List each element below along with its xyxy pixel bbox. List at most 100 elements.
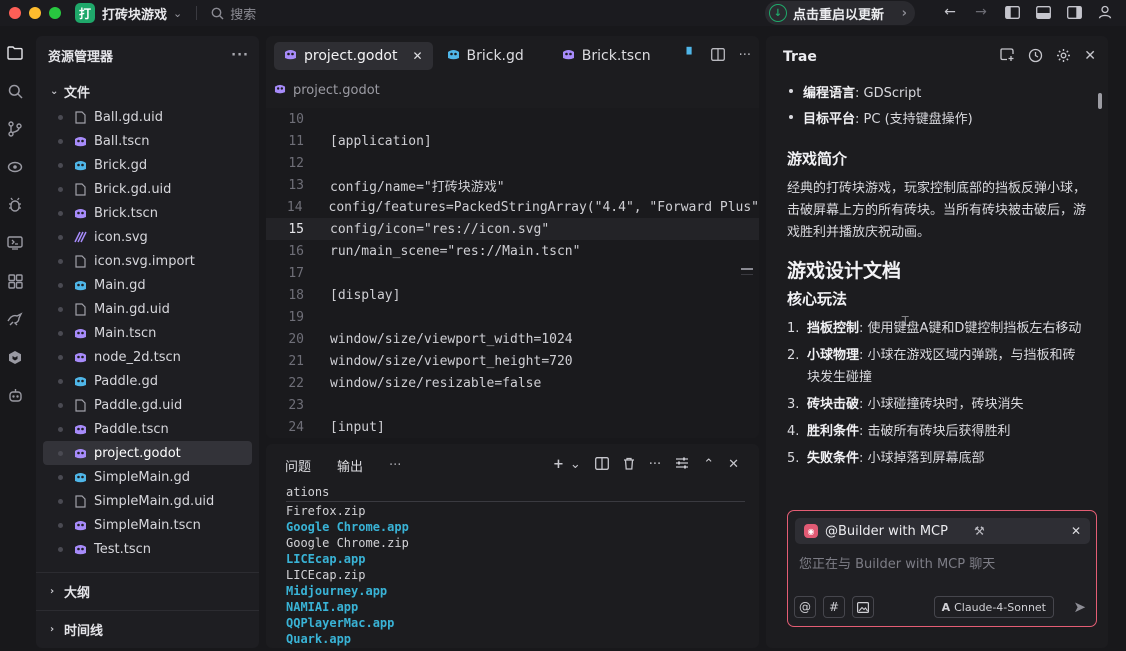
file-item[interactable]: Paddle.gd (43, 369, 252, 393)
breadcrumb-file[interactable]: project.godot (293, 83, 380, 98)
file-item[interactable]: Test.tscn (43, 537, 252, 561)
close-icon[interactable]: ✕ (1084, 48, 1096, 67)
core-gameplay-list: 1. 挡板控制: 使用键盘A键和D键控制挡板左右移动 2. 小球物理: 小球在游戏区域… (787, 318, 1088, 470)
maximize-panel-icon[interactable]: ⌃ (703, 457, 714, 474)
minimize-window-button[interactable] (29, 7, 41, 19)
run-debug-icon[interactable] (0, 148, 30, 186)
agent-name: @Builder with MCP (825, 523, 948, 539)
back-arrow-icon[interactable]: ← (941, 3, 959, 21)
agent-chip[interactable]: ◉ @Builder with MCP ⚒ ✕ (795, 518, 1090, 544)
list-item: 1. 挡板控制: 使用键盘A键和D键控制挡板左右移动 (787, 318, 1088, 340)
mention-icon[interactable]: @ (794, 596, 816, 618)
anthropic-icon: A (941, 600, 951, 614)
more-actions-icon[interactable]: ··· (649, 457, 661, 474)
window-controls (9, 7, 61, 19)
project-badge[interactable]: 打 (75, 3, 95, 23)
chat-input-box[interactable]: ◉ @Builder with MCP ⚒ ✕ 您正在与 Builder wit… (787, 510, 1097, 627)
more-actions-icon[interactable]: ··· (231, 48, 249, 63)
code-lines: 10 11 [application] 12 13 config/name="打砖块游戏"… (266, 108, 759, 438)
trash-icon[interactable] (623, 457, 635, 474)
kangaroo-icon[interactable] (0, 300, 30, 338)
file-item[interactable]: Ball.gd.uid (43, 105, 252, 129)
file-item[interactable]: SimpleMain.gd (43, 465, 252, 489)
file-item[interactable]: Paddle.tscn (43, 417, 252, 441)
toggle-panel-icon[interactable] (1034, 3, 1052, 21)
files-section-header[interactable]: ⌄ 文件 (36, 80, 259, 102)
file-item[interactable]: Main.tscn (43, 321, 252, 345)
more-tabs-icon[interactable]: ··· (389, 458, 401, 473)
tab-brick-tscn[interactable]: Brick.tscn (552, 42, 661, 70)
hash-icon[interactable]: # (823, 596, 845, 618)
section-heading: 游戏设计文档 (787, 260, 902, 282)
history-icon[interactable] (1028, 48, 1043, 67)
send-icon[interactable]: ➤ (1073, 598, 1086, 616)
chat-input-placeholder[interactable]: 您正在与 Builder with MCP 聊天 (799, 553, 995, 572)
file-item[interactable]: Main.gd.uid (43, 297, 252, 321)
bullet-dot (789, 89, 793, 93)
close-tab-icon[interactable]: ✕ (412, 49, 422, 63)
item-label: 胜利条件 (807, 424, 860, 439)
panel-tabs: 问题 输出 ··· + ⌄ ··· ⌃ ✕ (266, 444, 759, 486)
chevron-right-icon: › (50, 586, 55, 597)
more-actions-icon[interactable]: ··· (739, 48, 751, 65)
remove-agent-icon[interactable]: ✕ (1071, 524, 1081, 538)
forward-arrow-icon[interactable]: → (972, 3, 990, 21)
tab-project-godot[interactable]: project.godot ✕ (274, 42, 433, 70)
search-box[interactable]: 搜索 (211, 4, 256, 23)
project-name[interactable]: 打砖块游戏 (102, 4, 167, 23)
hammer-icon[interactable]: ⚒ (974, 524, 985, 538)
file-item[interactable]: node_2d.tscn (43, 345, 252, 369)
extensions-icon[interactable] (0, 262, 30, 300)
chevron-down-icon[interactable]: ⌄ (570, 457, 581, 474)
title-bar: 打 打砖块游戏 ⌄ 搜索 ↓ 点击重启以更新 › ← → (0, 0, 1126, 26)
bug-icon[interactable] (0, 186, 30, 224)
remote-explorer-icon[interactable] (0, 224, 30, 262)
restart-to-update-button[interactable]: ↓ 点击重启以更新 › (765, 1, 915, 25)
godot-file-icon (274, 83, 286, 98)
scroll-indicator (741, 268, 753, 270)
chevron-down-icon[interactable]: ⌄ (173, 7, 182, 20)
file-item[interactable]: Brick.gd.uid (43, 177, 252, 201)
file-item[interactable]: project.godot (43, 441, 252, 465)
file-name: Brick.gd.uid (94, 181, 172, 197)
search-activity-icon[interactable] (0, 72, 30, 110)
file-item[interactable]: icon.svg.import (43, 249, 252, 273)
split-editor-icon[interactable] (710, 48, 725, 65)
gear-icon[interactable] (1056, 48, 1071, 67)
tab-brick-gd[interactable]: Brick.gd (437, 42, 534, 70)
account-icon[interactable] (1096, 3, 1114, 21)
close-window-button[interactable] (9, 7, 21, 19)
file-item[interactable]: SimpleMain.gd.uid (43, 489, 252, 513)
file-item[interactable]: icon.svg (43, 225, 252, 249)
new-terminal-icon[interactable]: + (553, 457, 564, 474)
tab-output[interactable]: 输出 (337, 456, 363, 475)
file-item[interactable]: Brick.tscn (43, 201, 252, 225)
source-control-icon[interactable] (0, 110, 30, 148)
image-icon[interactable] (852, 596, 874, 618)
outline-section-header[interactable]: › 大纲 (36, 572, 259, 610)
toggle-right-sidebar-icon[interactable] (1065, 3, 1083, 21)
timeline-section-header[interactable]: › 时间线 (36, 610, 259, 648)
file-item[interactable]: Ball.tscn (43, 129, 252, 153)
model-selector[interactable]: A Claude-4-Sonnet (933, 596, 1054, 618)
file-item[interactable]: Main.gd (43, 273, 252, 297)
tab-problems[interactable]: 问题 (285, 456, 311, 475)
file-icon (73, 302, 87, 316)
new-chat-icon[interactable] (1000, 48, 1015, 67)
code-editor[interactable]: 10 11 [application] 12 13 config/name="打砖块游戏"… (266, 108, 759, 438)
close-panel-icon[interactable]: ✕ (728, 457, 739, 474)
explorer-activity-icon[interactable] (0, 34, 30, 72)
terminal-output[interactable]: ations Firefox.zip Google Chrome.app Googl… (266, 484, 759, 647)
robot-icon[interactable] (0, 376, 30, 414)
file-item[interactable]: Paddle.gd.uid (43, 393, 252, 417)
maximize-window-button[interactable] (49, 7, 61, 19)
split-terminal-icon[interactable] (594, 457, 609, 474)
item-text: : 使用键盘A键和D键控制挡板左右移动 (859, 321, 1082, 336)
file-name: icon.svg (94, 229, 148, 245)
settings-sliders-icon[interactable] (675, 457, 689, 474)
tree-indent-dot (58, 330, 63, 336)
toggle-left-sidebar-icon[interactable] (1003, 3, 1021, 21)
file-item[interactable]: SimpleMain.tscn (43, 513, 252, 537)
file-item[interactable]: Brick.gd (43, 153, 252, 177)
package-icon[interactable] (0, 338, 30, 376)
